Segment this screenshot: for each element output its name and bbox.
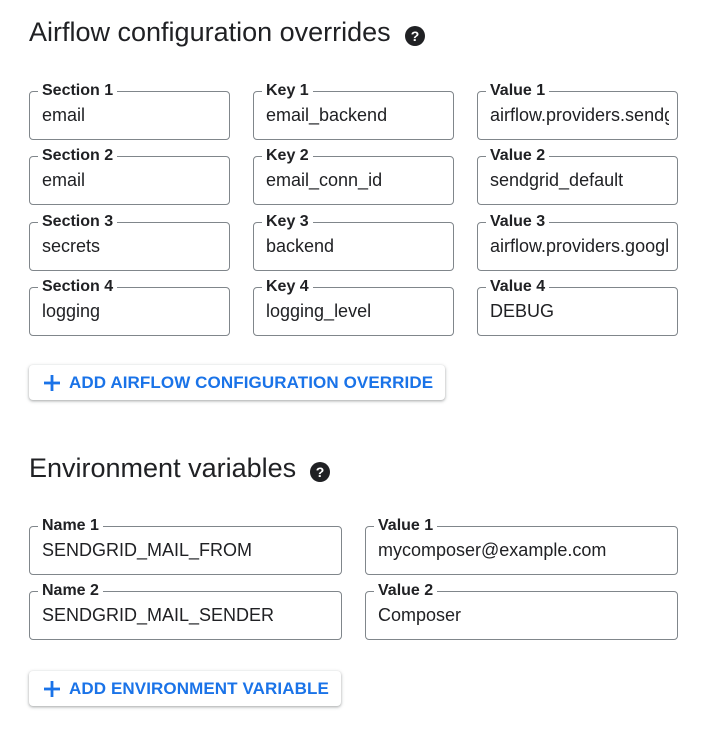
add-airflow-override-label: ADD AIRFLOW CONFIGURATION OVERRIDE (69, 372, 434, 392)
help-circle-icon[interactable]: ? (310, 458, 331, 482)
add-airflow-override-button[interactable]: ADD AIRFLOW CONFIGURATION OVERRIDE (29, 365, 446, 400)
section-input[interactable] (42, 288, 221, 335)
env-name-field-2[interactable]: Name 2 (29, 581, 342, 640)
env-value-field-1[interactable]: Value 1 (365, 516, 678, 575)
value-field-2[interactable]: Value 2 (477, 146, 678, 205)
add-environment-variable-button[interactable]: ADD ENVIRONMENT VARIABLE (29, 671, 341, 706)
airflow-overrides-title-text: Airflow configuration overrides (29, 16, 391, 47)
section-input[interactable] (42, 223, 221, 270)
env-value-field-2[interactable]: Value 2 (365, 581, 678, 640)
key-field-3[interactable]: Key 3 (253, 212, 454, 271)
value-input[interactable] (490, 92, 669, 139)
svg-text:?: ? (316, 464, 325, 480)
value-field-3[interactable]: Value 3 (477, 212, 678, 271)
airflow-overrides-title: Airflow configuration overrides ? (29, 14, 425, 50)
key-field-4[interactable]: Key 4 (253, 277, 454, 336)
key-field-2[interactable]: Key 2 (253, 146, 454, 205)
key-input[interactable] (266, 157, 445, 204)
section-input[interactable] (42, 92, 221, 139)
env-name-field-1[interactable]: Name 1 (29, 516, 342, 575)
section-field-1[interactable]: Section 1 (29, 81, 230, 140)
key-input[interactable] (266, 92, 445, 139)
value-field-1[interactable]: Value 1 (477, 81, 678, 140)
env-name-input[interactable] (42, 592, 333, 639)
key-field-1[interactable]: Key 1 (253, 81, 454, 140)
env-name-input[interactable] (42, 527, 333, 574)
section-field-4[interactable]: Section 4 (29, 277, 230, 336)
environment-variables-title: Environment variables ? (29, 450, 331, 486)
section-input[interactable] (42, 157, 221, 204)
value-input[interactable] (490, 288, 669, 335)
environment-variables-title-text: Environment variables (29, 452, 297, 483)
env-value-input[interactable] (378, 592, 669, 639)
plus-icon (43, 374, 61, 392)
key-input[interactable] (266, 288, 445, 335)
section-field-2[interactable]: Section 2 (29, 146, 230, 205)
key-input[interactable] (266, 223, 445, 270)
plus-icon (43, 680, 61, 698)
value-input[interactable] (490, 223, 669, 270)
add-environment-variable-label: ADD ENVIRONMENT VARIABLE (69, 678, 329, 698)
section-field-3[interactable]: Section 3 (29, 212, 230, 271)
svg-text:?: ? (410, 28, 419, 44)
value-input[interactable] (490, 157, 669, 204)
env-value-input[interactable] (378, 527, 669, 574)
value-field-4[interactable]: Value 4 (477, 277, 678, 336)
help-circle-icon[interactable]: ? (404, 22, 425, 46)
